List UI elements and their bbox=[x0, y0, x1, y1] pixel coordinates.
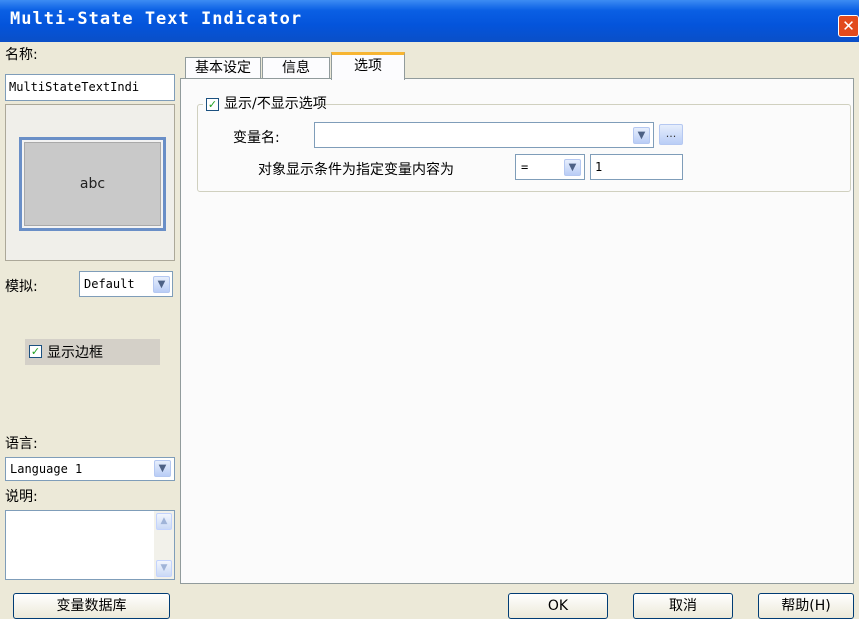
description-scrollbar[interactable]: ▲ ▼ bbox=[154, 511, 174, 579]
operator-select[interactable]: = ▼ bbox=[515, 154, 585, 180]
language-label: 语言: bbox=[5, 436, 38, 452]
name-field[interactable]: MultiStateTextIndi bbox=[5, 74, 175, 101]
check-icon[interactable]: ✓ bbox=[206, 98, 219, 111]
preview-area: abc bbox=[5, 104, 175, 261]
variable-database-button[interactable]: 变量数据库 bbox=[13, 593, 170, 619]
condition-value-field[interactable]: 1 bbox=[590, 154, 683, 180]
variable-select[interactable]: ▼ bbox=[314, 122, 654, 148]
operator-value: = bbox=[521, 160, 529, 174]
chevron-down-icon[interactable]: ▼ bbox=[153, 276, 170, 293]
chevron-down-icon[interactable]: ▼ bbox=[564, 159, 581, 176]
simulate-label: 模拟: bbox=[5, 279, 38, 295]
variable-label: 变量名: bbox=[233, 130, 280, 146]
tab-basic-settings[interactable]: 基本设定 bbox=[185, 57, 261, 79]
browse-button[interactable]: ... bbox=[659, 124, 683, 145]
language-select[interactable]: Language 1 ▼ bbox=[5, 457, 175, 481]
close-icon[interactable]: ✕ bbox=[838, 15, 859, 37]
title-bar[interactable]: Multi-State Text Indicator ✕ bbox=[0, 0, 859, 42]
scroll-up-icon[interactable]: ▲ bbox=[156, 513, 172, 530]
simulate-select[interactable]: Default ▼ bbox=[79, 271, 173, 297]
visibility-checkbox[interactable]: ✓ 显示/不显示选项 bbox=[203, 94, 327, 114]
scroll-down-icon[interactable]: ▼ bbox=[156, 560, 172, 577]
options-panel: ✓ 显示/不显示选项 变量名: ▼ ... 对象显示条件为指定变量内容为 = ▼… bbox=[180, 78, 854, 584]
window-title: Multi-State Text Indicator bbox=[10, 9, 303, 29]
name-label: 名称: bbox=[5, 47, 38, 63]
show-border-checkbox[interactable]: ✓ 显示边框 bbox=[25, 339, 160, 365]
help-button[interactable]: 帮助(H) bbox=[758, 593, 854, 619]
description-label: 说明: bbox=[5, 489, 38, 505]
description-textarea[interactable]: ▲ ▼ bbox=[5, 510, 175, 580]
language-value: Language 1 bbox=[10, 462, 83, 476]
ok-button[interactable]: OK bbox=[508, 593, 608, 619]
tab-info[interactable]: 信息 bbox=[262, 57, 330, 79]
simulate-value: Default bbox=[84, 277, 135, 291]
condition-label: 对象显示条件为指定变量内容为 bbox=[258, 162, 454, 178]
show-border-label: 显示边框 bbox=[47, 345, 103, 361]
chevron-down-icon[interactable]: ▼ bbox=[154, 460, 171, 477]
visibility-label: 显示/不显示选项 bbox=[224, 96, 327, 112]
chevron-down-icon[interactable]: ▼ bbox=[633, 127, 650, 144]
preview-button: abc bbox=[19, 137, 166, 231]
tab-options[interactable]: 选项 bbox=[331, 52, 405, 80]
check-icon[interactable]: ✓ bbox=[29, 345, 42, 358]
cancel-button[interactable]: 取消 bbox=[633, 593, 733, 619]
preview-text: abc bbox=[79, 176, 106, 192]
